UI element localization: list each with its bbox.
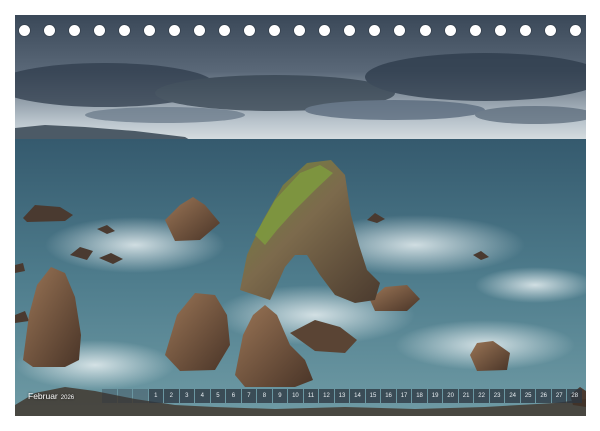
binding-hole: [219, 25, 231, 36]
day-cell: 15: [365, 389, 381, 403]
binding-hole: [369, 25, 381, 36]
day-cell: 5: [210, 389, 226, 403]
day-cell: 1: [148, 389, 164, 403]
sea-arch-photo: [15, 15, 586, 416]
day-cell: 23: [489, 389, 505, 403]
month-name: Februar: [28, 391, 58, 401]
day-cell: 27: [551, 389, 567, 403]
binding-hole: [144, 25, 156, 36]
day-cell: 19: [427, 389, 443, 403]
binding-hole: [44, 25, 56, 36]
day-cell: 6: [226, 389, 241, 403]
binding-hole: [419, 25, 431, 36]
binding-hole: [344, 25, 356, 36]
day-cell: 26: [536, 389, 551, 403]
day-cell: 18: [412, 389, 427, 403]
binding-hole: [119, 25, 131, 36]
day-cell: 25: [520, 389, 536, 403]
binding-hole: [394, 25, 406, 36]
day-cell: [133, 389, 148, 403]
binding-hole: [94, 25, 106, 36]
month-year: 2026: [60, 395, 75, 401]
photo-illustration: [15, 15, 586, 416]
binding-hole: [69, 25, 81, 36]
day-cell: 7: [241, 389, 257, 403]
day-cell: 4: [195, 389, 210, 403]
binding-hole: [269, 25, 281, 36]
binding-hole: [469, 25, 481, 36]
day-cell: 10: [288, 389, 303, 403]
binding-hole: [19, 25, 30, 36]
binding-hole: [194, 25, 206, 36]
day-cell: 13: [334, 389, 350, 403]
day-cell: 3: [179, 389, 195, 403]
day-cell: 2: [164, 389, 179, 403]
day-cell: 24: [505, 389, 520, 403]
day-cell: 16: [381, 389, 396, 403]
day-cell: 14: [350, 389, 365, 403]
day-cell: [117, 389, 133, 403]
day-cell: 20: [443, 389, 458, 403]
calendar-strip: Februar 2026 1 2 3 4 5 6 7 8 9 10 11 12 13 14 15 16 17 18…: [28, 388, 582, 404]
binding-hole: [494, 25, 506, 36]
day-cell: 11: [303, 389, 319, 403]
calendar-page: Februar 2026 1 2 3 4 5 6 7 8 9 10 11 12 13 14 15 16 17 18…: [0, 0, 600, 431]
binding-hole: [444, 25, 456, 36]
binding-holes: [19, 25, 581, 37]
binding-hole: [544, 25, 556, 36]
binding-hole: [294, 25, 306, 36]
day-cell: [102, 389, 117, 403]
day-cell: 28: [567, 389, 582, 403]
month-label: Februar 2026: [28, 391, 102, 401]
day-cell: 17: [396, 389, 412, 403]
day-cell: 12: [319, 389, 334, 403]
day-cell: 22: [474, 389, 489, 403]
day-cell: 21: [458, 389, 474, 403]
day-cell: 8: [257, 389, 272, 403]
day-cell: 9: [272, 389, 288, 403]
binding-hole: [569, 25, 581, 36]
day-cells: 1 2 3 4 5 6 7 8 9 10 11 12 13 14 15 16 17 18 19 20 21 22 23 24 2…: [102, 389, 582, 403]
binding-hole: [519, 25, 531, 36]
binding-hole: [319, 25, 331, 36]
binding-hole: [169, 25, 181, 36]
binding-hole: [244, 25, 256, 36]
